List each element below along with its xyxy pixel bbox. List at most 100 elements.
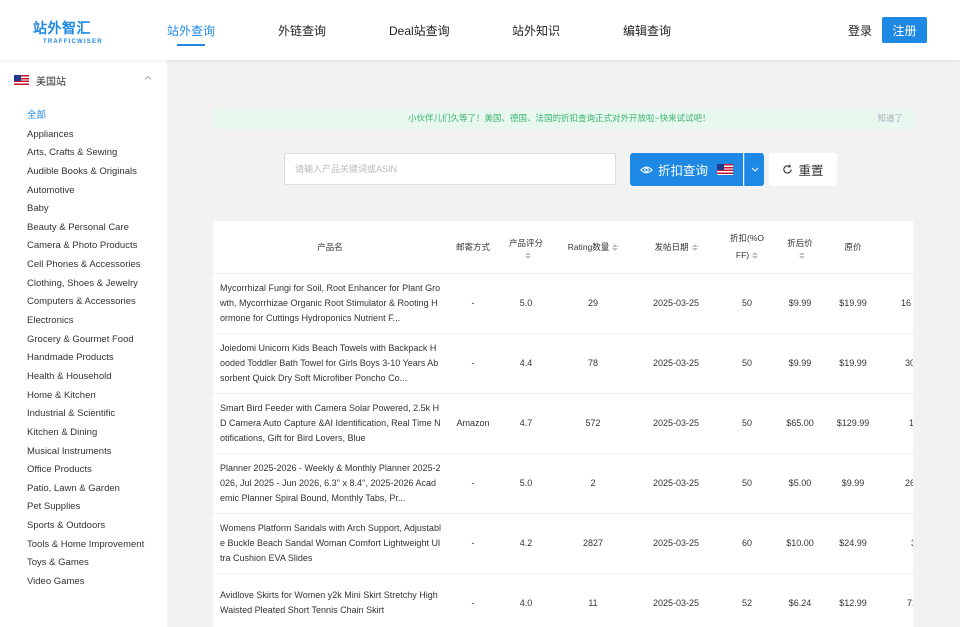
category-item[interactable]: Pet Supplies bbox=[27, 501, 144, 520]
category-item[interactable]: Appliances bbox=[27, 129, 144, 148]
cell-rating-count: 572 bbox=[585, 418, 601, 428]
product-name[interactable]: Planner 2025-2026 - Weekly & Monthly Pla… bbox=[220, 453, 441, 513]
cell-rating-count: 2 bbox=[590, 478, 596, 488]
cell-post-date: 2025-03-25 bbox=[652, 598, 700, 608]
nav-offsite-query[interactable]: 站外查询 bbox=[167, 22, 215, 46]
category-item[interactable]: Computers & Accessories bbox=[27, 296, 144, 315]
table-row[interactable]: Planner 2025-2026 - Weekly & Monthly Pla… bbox=[213, 453, 913, 514]
table-row[interactable]: Joiedomi Unicorn Kids Beach Towels with … bbox=[213, 333, 913, 394]
reset-button[interactable]: 重置 bbox=[769, 153, 837, 186]
col-header-rating-count[interactable]: Rating数量 bbox=[553, 221, 633, 273]
cell-shipping: - bbox=[471, 598, 475, 608]
cell-rating-count: 78 bbox=[587, 358, 598, 368]
category-item[interactable]: Automotive bbox=[27, 185, 144, 204]
sort-icon bbox=[752, 252, 759, 260]
cell-post-date: 2025-03-25 bbox=[652, 478, 700, 488]
cell-discount: 60 bbox=[741, 538, 752, 548]
category-item[interactable]: Office Products bbox=[27, 464, 144, 483]
nav-editor-query[interactable]: 编辑查询 bbox=[623, 22, 671, 39]
nav-backlink-query[interactable]: 外链查询 bbox=[278, 22, 326, 39]
cell-rating: 4.4 bbox=[519, 358, 533, 368]
cell-final-price: $65.00 bbox=[786, 418, 814, 428]
category-item[interactable]: Musical Instruments bbox=[27, 446, 144, 465]
sort-icon bbox=[798, 252, 805, 259]
col-header-post-date[interactable]: 发帖日期 bbox=[633, 221, 719, 273]
cell-final-price: $10.00 bbox=[786, 538, 814, 548]
col-header-shipping: 邮寄方式 bbox=[455, 241, 490, 252]
site-logo[interactable]: 站外智汇 TRAFFICWISER bbox=[33, 18, 113, 45]
category-item[interactable]: Beauty & Personal Care bbox=[27, 222, 144, 241]
category-item[interactable]: Arts, Crafts & Sewing bbox=[27, 147, 144, 166]
site-dropdown-toggle[interactable] bbox=[744, 153, 764, 186]
category-item[interactable]: Baby bbox=[27, 203, 144, 222]
category-item[interactable]: Tools & Home Improvement bbox=[27, 539, 144, 558]
nav-deal-site-query[interactable]: Deal站查询 bbox=[389, 22, 450, 39]
category-item[interactable]: Sports & Outdoors bbox=[27, 520, 144, 539]
table-row[interactable]: Smart Bird Feeder with Camera Solar Powe… bbox=[213, 393, 913, 454]
site-selector[interactable]: 美国站 bbox=[14, 73, 154, 88]
category-list: 全部 Appliances Arts, Crafts & Sewing Audi… bbox=[27, 110, 144, 595]
cell-overflow: 30 bbox=[905, 358, 913, 368]
col-header-discount[interactable]: 折扣(%O FF) bbox=[719, 221, 775, 273]
product-name[interactable]: Womens Platform Sandals with Arch Suppor… bbox=[220, 513, 441, 573]
cell-original-price: $19.99 bbox=[839, 298, 867, 308]
category-item[interactable]: Industrial & Scientific bbox=[27, 408, 144, 427]
nav-offsite-knowledge[interactable]: 站外知识 bbox=[512, 22, 560, 39]
category-item[interactable]: Camera & Photo Products bbox=[27, 240, 144, 259]
product-name[interactable]: Avidlove Skirts for Women y2k Mini Skirt… bbox=[220, 573, 441, 627]
product-name[interactable]: Joiedomi Unicorn Kids Beach Towels with … bbox=[220, 333, 441, 393]
keyword-search-input[interactable] bbox=[284, 153, 616, 185]
category-item[interactable]: Video Games bbox=[27, 576, 144, 595]
category-item[interactable]: Kitchen & Dining bbox=[27, 427, 144, 446]
cell-shipping: - bbox=[471, 538, 475, 548]
category-item[interactable]: Clothing, Shoes & Jewelry bbox=[27, 278, 144, 297]
cell-shipping: - bbox=[471, 298, 475, 308]
col-header-rating[interactable]: 产品评分 bbox=[499, 221, 553, 273]
product-name[interactable]: Mycorrhizal Fungi for Soil, Root Enhance… bbox=[220, 273, 441, 333]
sort-icon bbox=[524, 252, 531, 259]
cell-post-date: 2025-03-25 bbox=[652, 418, 700, 428]
logo-text: 站外智汇 bbox=[33, 20, 91, 36]
logo-subtext: TRAFFICWISER bbox=[43, 39, 103, 45]
col-header-original-price: 原价 bbox=[844, 241, 862, 252]
table-row[interactable]: Avidlove Skirts for Women y2k Mini Skirt… bbox=[213, 573, 913, 627]
sort-icon bbox=[691, 243, 698, 251]
category-item[interactable]: Cell Phones & Accessories bbox=[27, 259, 144, 278]
us-flag-icon bbox=[717, 164, 733, 175]
cell-overflow: 1 bbox=[909, 418, 913, 428]
category-item[interactable]: Home & Kitchen bbox=[27, 390, 144, 409]
cell-rating-count: 11 bbox=[588, 598, 598, 608]
category-item[interactable]: Audible Books & Originals bbox=[27, 166, 144, 185]
cell-overflow: 3 bbox=[911, 513, 913, 573]
category-item-all[interactable]: 全部 bbox=[27, 110, 144, 129]
cell-rating: 4.2 bbox=[519, 538, 533, 548]
category-item[interactable]: Health & Household bbox=[27, 371, 144, 390]
cell-original-price: $19.99 bbox=[839, 358, 867, 368]
category-item[interactable]: Toys & Games bbox=[27, 557, 144, 576]
category-item[interactable]: Electronics bbox=[27, 315, 144, 334]
cell-discount: 50 bbox=[741, 298, 752, 308]
col-header-final-price[interactable]: 折后价 bbox=[775, 221, 825, 273]
table-row[interactable]: Womens Platform Sandals with Arch Suppor… bbox=[213, 513, 913, 574]
cell-discount: 52 bbox=[741, 598, 752, 608]
cell-overflow: 71 bbox=[907, 598, 913, 608]
cell-rating: 4.0 bbox=[519, 598, 533, 608]
notice-banner: 小伙伴儿们久等了！美国、德国、法国的折扣查询正式对外开放啦~快来试试吧！ 知道了 bbox=[213, 108, 913, 129]
login-link[interactable]: 登录 bbox=[848, 22, 872, 39]
cell-post-date: 2025-03-25 bbox=[652, 298, 700, 308]
category-item[interactable]: Grocery & Gourmet Food bbox=[27, 334, 144, 353]
chevron-down-icon bbox=[751, 167, 758, 172]
product-name[interactable]: Smart Bird Feeder with Camera Solar Powe… bbox=[220, 393, 441, 453]
register-button[interactable]: 注册 bbox=[882, 17, 927, 43]
discount-query-button[interactable]: 折扣查询 bbox=[630, 153, 743, 186]
table-row[interactable]: Mycorrhizal Fungi for Soil, Root Enhance… bbox=[213, 273, 913, 334]
cell-final-price: $9.99 bbox=[788, 358, 812, 368]
category-item[interactable]: Patio, Lawn & Garden bbox=[27, 483, 144, 502]
category-item[interactable]: Handmade Products bbox=[27, 352, 144, 371]
refresh-icon bbox=[783, 164, 793, 174]
reset-label: 重置 bbox=[798, 164, 824, 178]
notice-dismiss-link[interactable]: 知道了 bbox=[877, 108, 903, 129]
site-selector-label: 美国站 bbox=[36, 76, 66, 88]
us-flag-icon bbox=[14, 75, 29, 85]
cell-shipping: - bbox=[471, 358, 475, 368]
